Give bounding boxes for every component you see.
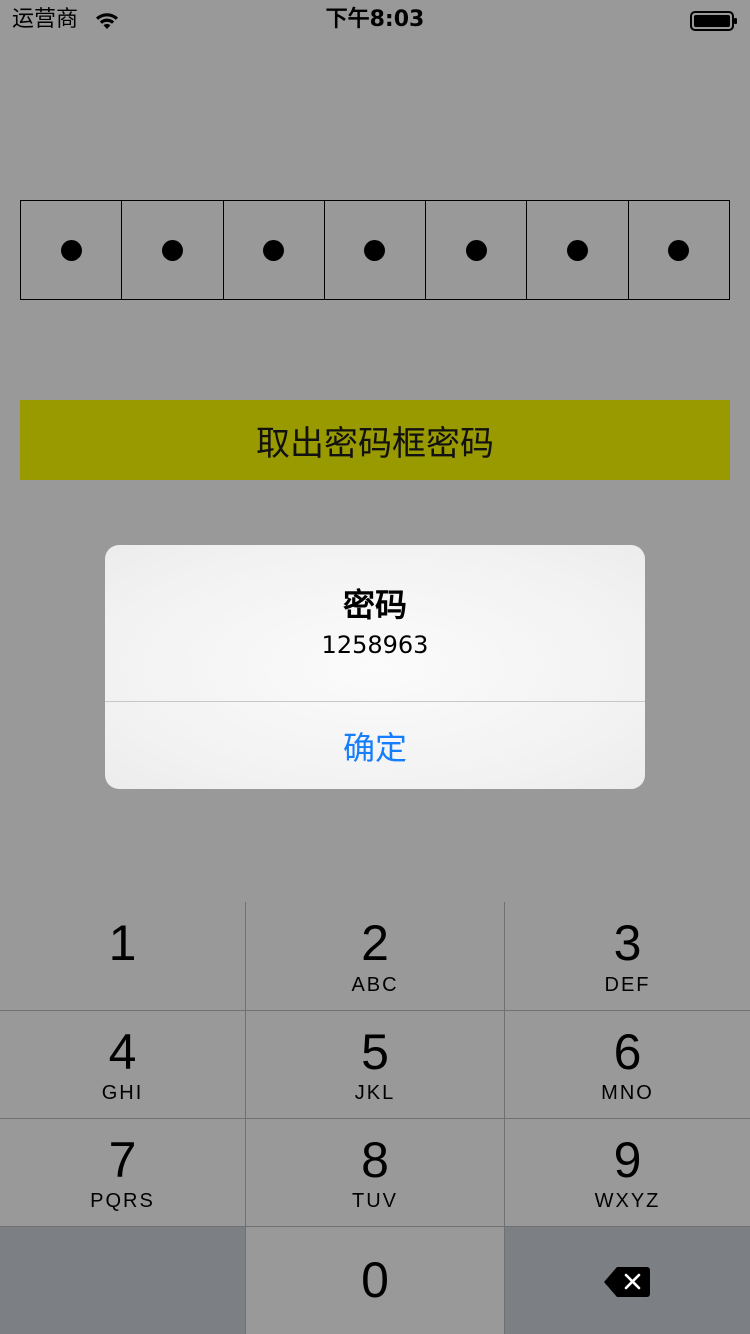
password-cell: [224, 201, 325, 299]
alert-title: 密码: [342, 586, 407, 624]
password-dot: [364, 239, 386, 261]
password-cell: [21, 201, 123, 299]
password-dot: [60, 239, 82, 261]
password-dot: [263, 239, 285, 261]
get-password-button[interactable]: 取出密码框密码: [20, 400, 730, 480]
key-delete[interactable]: [505, 1227, 750, 1334]
password-dot: [161, 239, 183, 261]
key-digit: 1: [108, 915, 137, 971]
key-6[interactable]: 6 MNO: [505, 1011, 750, 1119]
battery-icon: [690, 11, 737, 31]
key-digit: 8: [361, 1132, 389, 1188]
password-cell: [527, 201, 629, 299]
key-letters: DEF: [604, 974, 651, 996]
key-8[interactable]: 8 TUV: [246, 1119, 504, 1227]
key-letters: MNO: [601, 1082, 654, 1104]
key-letters: PQRS: [90, 1190, 155, 1212]
key-1[interactable]: 1: [0, 902, 245, 1010]
key-digit: 3: [613, 915, 642, 971]
password-cell: [426, 201, 528, 299]
password-dot: [465, 239, 487, 261]
key-7[interactable]: 7 PQRS: [0, 1119, 245, 1227]
key-5[interactable]: 5 JKL: [246, 1011, 504, 1119]
key-letters: GHI: [101, 1082, 144, 1104]
delete-backspace-icon: [604, 1267, 650, 1297]
password-cell: [325, 201, 427, 299]
key-letters: JKL: [354, 1082, 396, 1104]
key-2[interactable]: 2 ABC: [246, 902, 504, 1010]
key-4[interactable]: 4 GHI: [0, 1011, 245, 1119]
password-alert: 密码 1258963 确定: [105, 545, 645, 789]
key-digit: 9: [613, 1132, 642, 1188]
key-blank: [0, 1227, 245, 1334]
password-cell: [629, 201, 729, 299]
password-dot: [668, 239, 690, 261]
status-bar: 运营商 下午8:03: [0, 0, 750, 40]
password-input-box[interactable]: [20, 200, 730, 300]
clock-time: 下午8:03: [325, 7, 425, 32]
keypad-divider: [0, 1010, 750, 1011]
password-dot: [567, 239, 589, 261]
alert-confirm-button[interactable]: 确定: [105, 702, 645, 789]
key-digit: 0: [361, 1252, 389, 1308]
key-3[interactable]: 3 DEF: [505, 902, 750, 1010]
key-letters: WXYZ: [594, 1190, 661, 1212]
keypad-divider: [0, 1118, 750, 1119]
key-9[interactable]: 9 WXYZ: [505, 1119, 750, 1227]
key-digit: 6: [613, 1024, 642, 1080]
key-digit: 2: [361, 915, 389, 971]
alert-message: 1258963: [321, 631, 429, 659]
key-digit: 4: [108, 1024, 137, 1080]
key-letters: ABC: [351, 974, 399, 996]
key-0[interactable]: 0: [246, 1227, 504, 1334]
key-digit: 5: [361, 1024, 389, 1080]
key-letters: TUV: [352, 1190, 398, 1212]
numeric-keypad: 1 2 ABC 3 DEF 4 GHI 5 JKL 6 MNO 7 PQRS 8…: [0, 902, 750, 1334]
key-digit: 7: [108, 1132, 137, 1188]
password-cell: [122, 201, 224, 299]
keypad-divider: [0, 1226, 750, 1227]
